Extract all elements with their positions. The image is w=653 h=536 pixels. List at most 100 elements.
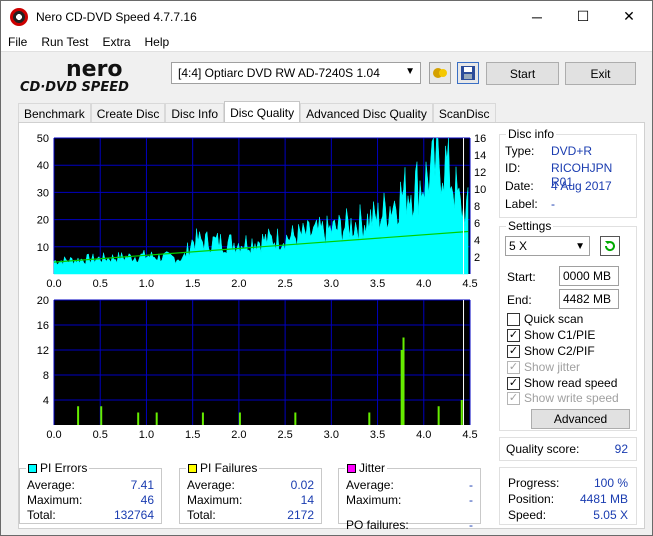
pi-failures-title-text: PI Failures (200, 461, 258, 475)
minimize-button[interactable]: ─ (514, 1, 560, 32)
tab-disc-info[interactable]: Disc Info (165, 103, 225, 123)
chevron-down-icon: ▼ (405, 66, 415, 77)
y-tick-label: 12 (37, 345, 49, 357)
y-right-tick-label: 8 (474, 201, 480, 213)
x-tick-label: 1.0 (139, 429, 154, 441)
jitter-title: Jitter (345, 461, 388, 475)
menu-extra[interactable]: Extra (95, 35, 137, 49)
save-button[interactable] (457, 62, 479, 84)
label-label: Label: (505, 197, 538, 211)
show-read-speed-checkbox[interactable]: ✓ Show read speed (507, 376, 617, 390)
y-right-tick-label: 12 (474, 167, 486, 179)
pi-errors-chart: 0.0 0.5 1.0 1.5 2.0 2.5 3.0 3.5 4.0 4.5 10 20 30 40 50… (37, 133, 487, 290)
pi-failures-legend-swatch (188, 464, 197, 474)
show-c1-checkbox[interactable]: ✓ Show C1/PIE (507, 328, 595, 342)
tab-disc-quality[interactable]: Disc Quality (224, 101, 301, 123)
pif-bar (294, 412, 297, 425)
y-right-tick-label: 14 (474, 150, 486, 162)
show-jitter-checkbox: ✓ Show jitter (507, 360, 580, 374)
y-right-tick-label: 4 (474, 235, 480, 247)
jitter-max-label: Maximum: (346, 493, 402, 507)
pif-bar (402, 337, 405, 425)
x-tick-label: 3.5 (370, 429, 385, 441)
jitter-avg-label: Average: (346, 478, 394, 492)
pi-failures-title: PI Failures (186, 461, 260, 475)
pif-max-value: 14 (300, 493, 314, 507)
x-tick-label: 4.5 (462, 429, 477, 441)
quick-scan-checkbox[interactable]: Quick scan (507, 312, 583, 326)
tab-create-disc[interactable]: Create Disc (90, 103, 166, 123)
show-write-speed-checkbox: ✓ Show write speed (507, 391, 619, 405)
pif-avg-label: Average: (187, 478, 235, 492)
pie-avg-label: Average: (27, 478, 75, 492)
menu-run-test[interactable]: Run Test (34, 35, 95, 49)
disc-quality-panel: 0.0 0.5 1.0 1.5 2.0 2.5 3.0 3.5 4.0 4.5 10 20 30 40 50… (18, 122, 645, 532)
save-icon (461, 66, 475, 80)
y-right-tick-label: 2 (474, 252, 480, 264)
maximize-button[interactable]: ☐ (560, 1, 606, 32)
id-label: ID: (505, 161, 521, 175)
speed-select[interactable]: 5 X ▼ (505, 236, 590, 256)
y-tick-label: 8 (43, 370, 49, 382)
logo-nero-text: nero (66, 57, 123, 82)
position-label: Position: (508, 492, 555, 506)
start-button[interactable]: Start (486, 62, 559, 85)
pif-bar (368, 412, 371, 425)
x-tick-label: 4.0 (416, 278, 431, 290)
pif-bar (155, 412, 158, 425)
refresh-button[interactable] (600, 236, 620, 256)
pif-bar (238, 412, 241, 425)
x-tick-label: 3.0 (324, 278, 339, 290)
tab-benchmark[interactable]: Benchmark (18, 103, 91, 123)
app-window: Nero CD-DVD Speed 4.7.7.16 ─ ☐ ✕ File Ru… (0, 0, 653, 536)
date-label: Date: (505, 179, 534, 193)
pi-errors-title: PI Errors (26, 461, 90, 475)
x-tick-label: 4.5 (462, 278, 477, 290)
show-read-label: Show read speed (524, 376, 618, 390)
x-tick-label: 1.5 (185, 429, 200, 441)
exit-button[interactable]: Exit (565, 62, 636, 85)
pif-avg-value: 0.02 (290, 478, 314, 492)
jitter-max-value: - (469, 493, 473, 507)
nero-logo: nero CD·DVD SPEED (20, 57, 129, 94)
checkmark-icon: ✓ (507, 328, 520, 342)
menu-help[interactable]: Help (138, 35, 177, 49)
y-tick-label: 10 (37, 242, 49, 254)
checkmark-icon: ✓ (507, 376, 520, 390)
settings-title: Settings (506, 219, 554, 233)
close-button[interactable]: ✕ (606, 1, 652, 32)
x-tick-label: 4.0 (416, 429, 431, 441)
tab-advanced-disc-quality[interactable]: Advanced Disc Quality (300, 103, 433, 123)
x-tick-label: 2.0 (231, 278, 246, 290)
end-input[interactable]: 4482 MB (559, 289, 619, 309)
start-input[interactable]: 0000 MB (559, 266, 619, 286)
pi-errors-title-text: PI Errors (40, 461, 88, 475)
checkmark-icon: ✓ (507, 360, 520, 374)
pie-total-label: Total: (27, 508, 56, 522)
x-tick-label: 0.5 (93, 429, 108, 441)
y-right-tick-label: 10 (474, 184, 486, 196)
drive-info-button[interactable] (429, 62, 451, 84)
tab-scandisc[interactable]: ScanDisc (432, 103, 496, 123)
pif-bar (201, 412, 204, 425)
quality-score-value: 92 (614, 442, 628, 456)
eject-icon (433, 68, 447, 78)
x-tick-label: 3.0 (324, 429, 339, 441)
logo-cddvd-text: CD·DVD SPEED (20, 80, 129, 94)
drive-select[interactable]: [4:4] Optiarc DVD RW AD-7240S 1.04 ▼ (171, 62, 421, 84)
settings-group: Settings 5 X ▼ Start: 0000 MB End: 4482 … (499, 219, 637, 431)
show-c2-checkbox[interactable]: ✓ Show C2/PIF (507, 344, 595, 358)
menu-file[interactable]: File (1, 35, 34, 49)
speed-label: Speed: (508, 508, 547, 522)
disc-info-title: Disc info (506, 127, 557, 141)
y-tick-label: 50 (37, 133, 49, 145)
toolbar: nero CD·DVD SPEED [4:4] Optiarc DVD RW A… (1, 52, 652, 96)
window-title: Nero CD-DVD Speed 4.7.7.16 (36, 9, 197, 24)
y-tick-label: 16 (37, 320, 49, 332)
pif-max-label: Maximum: (187, 493, 243, 507)
pif-bar (460, 400, 463, 425)
speed-readout: 5.05 X (593, 508, 628, 522)
chevron-down-icon: ▼ (575, 240, 585, 252)
po-failures-value: - (469, 518, 473, 532)
advanced-button[interactable]: Advanced (531, 409, 630, 429)
